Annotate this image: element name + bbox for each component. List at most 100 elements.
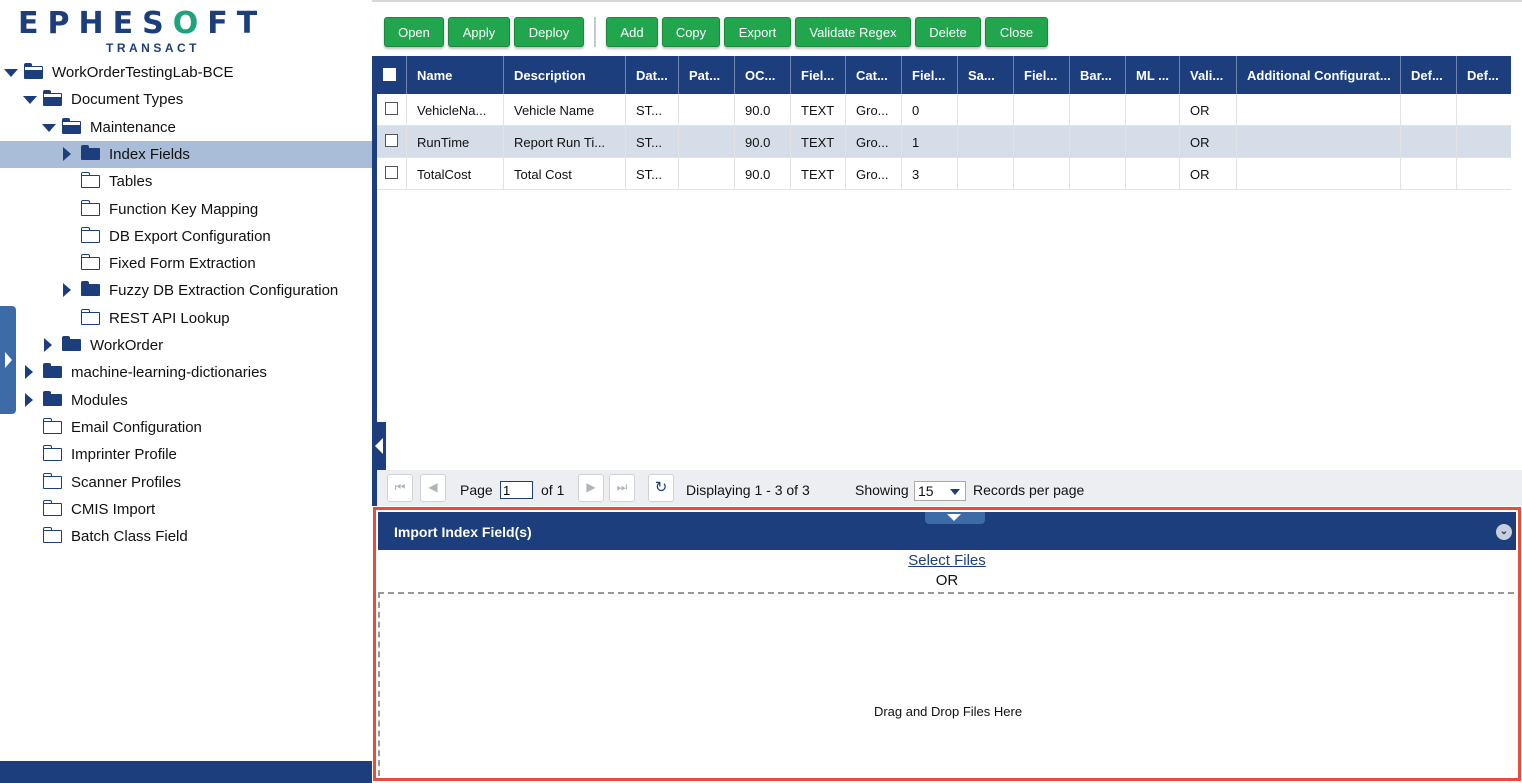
column-header[interactable]: Sa... [957, 56, 1013, 94]
caret-right-icon[interactable] [63, 146, 71, 161]
column-header[interactable]: Def... [1400, 56, 1456, 94]
table-cell [1400, 94, 1456, 126]
table-cell [1456, 158, 1512, 190]
tree-item[interactable]: Tables [0, 168, 372, 195]
column-header[interactable]: Name [406, 56, 503, 94]
last-page-icon[interactable]: ⏭ [609, 474, 635, 502]
close-button[interactable]: Close [985, 17, 1048, 47]
ephesoft-logo: EPHESOFT TRANSACT [18, 6, 257, 55]
column-header[interactable]: Dat... [625, 56, 678, 94]
column-header[interactable]: Fiel... [1013, 56, 1069, 94]
table-cell: 3 [901, 158, 957, 190]
caret-down-icon[interactable] [4, 69, 18, 77]
table-cell [678, 94, 734, 126]
column-header[interactable]: Def... [1456, 56, 1512, 94]
caret-down-icon[interactable] [42, 123, 56, 132]
tree-item[interactable]: Index Fields [0, 140, 372, 168]
select-files-link[interactable]: Select Files [376, 552, 1518, 569]
tree-item[interactable]: Imprinter Profile [0, 441, 372, 468]
caret-right-icon[interactable] [25, 365, 33, 380]
tree-item[interactable]: Batch Class Field [0, 523, 372, 550]
copy-button[interactable]: Copy [662, 17, 720, 47]
tree-item[interactable]: Modules [0, 387, 372, 414]
tree-item[interactable]: machine-learning-dictionaries [0, 359, 372, 386]
tree-item-label: Tables [109, 173, 153, 191]
records-per-page-value: 15 [918, 483, 934, 499]
tree-item[interactable]: WorkOrderTestingLab-BCE [0, 59, 372, 86]
column-header[interactable]: Description [503, 56, 625, 94]
deploy-button[interactable]: Deploy [514, 17, 584, 47]
tree-item[interactable]: Fixed Form Extraction [0, 250, 372, 277]
table-cell [1400, 158, 1456, 190]
tree-item-label: Fixed Form Extraction [109, 255, 256, 273]
table-row[interactable]: RunTime Report Run Ti... ST... 90.0 TEXT Gro.… [377, 126, 1511, 158]
refresh-icon[interactable]: ↻ [648, 474, 674, 502]
prev-page-icon[interactable]: ◀ [420, 474, 446, 502]
table-cell [1069, 126, 1125, 158]
apply-button[interactable]: Apply [448, 17, 510, 47]
import-panel-header: Import Index Field(s) ⌄ [378, 512, 1516, 550]
table-cell [678, 158, 734, 190]
folder-open-icon [24, 63, 44, 79]
row-checkbox[interactable] [385, 166, 398, 179]
column-header[interactable]: Pat... [678, 56, 734, 94]
table-cell: Gro... [845, 158, 901, 190]
table-row[interactable]: TotalCost Total Cost ST... 90.0 TEXT Gro... 3 O… [377, 158, 1511, 190]
column-header[interactable]: Bar... [1069, 56, 1125, 94]
export-button[interactable]: Export [724, 17, 791, 47]
column-header[interactable]: OC... [734, 56, 790, 94]
tree-item[interactable]: DB Export Configuration [0, 223, 372, 250]
tree-item[interactable]: Email Configuration [0, 414, 372, 441]
add-button[interactable]: Add [606, 17, 658, 47]
tree-item[interactable]: Scanner Profiles [0, 469, 372, 496]
table-cell: Total Cost [503, 158, 625, 190]
select-all-checkbox[interactable] [383, 68, 396, 81]
collapse-sidebar-button[interactable] [372, 422, 386, 470]
folder-empty-icon [43, 417, 63, 434]
table-cell: Gro... [845, 126, 901, 158]
folder-empty-icon [81, 308, 101, 325]
table-cell [1013, 158, 1069, 190]
folder-empty-icon [81, 226, 101, 243]
column-header[interactable]: Additional Configurat... [1236, 56, 1400, 94]
tree-item[interactable]: Function Key Mapping [0, 196, 372, 223]
tree-item[interactable]: CMIS Import [0, 496, 372, 523]
tree-item[interactable]: REST API Lookup [0, 305, 372, 332]
table-cell: OR [1179, 94, 1236, 126]
caret-right-icon[interactable] [63, 283, 71, 298]
row-checkbox[interactable] [385, 102, 398, 115]
column-header[interactable]: Fiel... [790, 56, 845, 94]
next-page-icon[interactable]: ▶ [578, 474, 604, 502]
table-cell: ST... [625, 94, 678, 126]
caret-right-icon[interactable] [44, 338, 52, 352]
sidebar-footer-bar [0, 761, 372, 783]
panel-resize-handle[interactable] [925, 512, 985, 524]
validate-regex-button[interactable]: Validate Regex [795, 17, 911, 47]
column-header[interactable]: Fiel... [901, 56, 957, 94]
column-header[interactable]: Cat... [845, 56, 901, 94]
table-row[interactable]: VehicleNa... Vehicle Name ST... 90.0 TEXT Gro… [377, 94, 1511, 126]
delete-button[interactable]: Delete [915, 17, 981, 47]
row-checkbox[interactable] [385, 134, 398, 147]
sidebar-expand-handle[interactable] [0, 306, 16, 414]
tree-item[interactable]: WorkOrder [0, 332, 372, 359]
tree-item-label: Maintenance [90, 118, 176, 136]
first-page-icon[interactable]: ⏮ [387, 474, 413, 502]
open-button[interactable]: Open [384, 17, 444, 47]
records-per-page-select[interactable]: 15 [914, 481, 966, 501]
tree-item[interactable]: Document Types [0, 86, 372, 113]
caret-down-icon[interactable] [23, 96, 37, 105]
tree-item[interactable]: Maintenance [0, 114, 372, 141]
column-header[interactable]: Vali... [1179, 56, 1236, 94]
collapse-icon[interactable]: ⌄ [1496, 524, 1512, 540]
file-drop-zone[interactable]: Drag and Drop Files Here [378, 592, 1514, 776]
folder-icon [62, 336, 82, 351]
table-cell [1125, 158, 1179, 190]
table-cell [1456, 94, 1512, 126]
logo-brand-text: EPHESOFT [18, 6, 267, 41]
column-header[interactable]: ML ... [1125, 56, 1179, 94]
tree-item[interactable]: Fuzzy DB Extraction Configuration [0, 277, 372, 304]
caret-right-icon[interactable] [25, 392, 33, 407]
tree-item-label: Modules [71, 391, 128, 409]
page-number-input[interactable] [500, 481, 533, 499]
